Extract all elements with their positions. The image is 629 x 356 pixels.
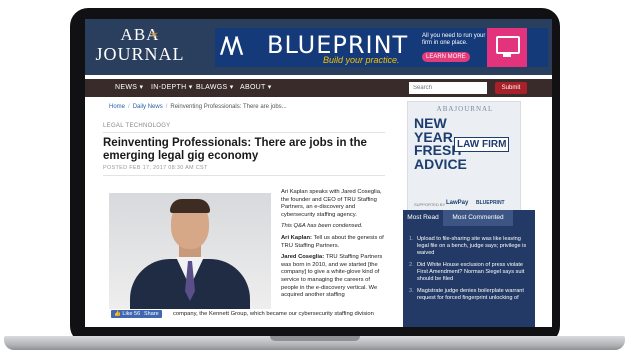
search-submit-button[interactable]: Submit [495,82,527,94]
law-firm-badge: LAW FIRM [454,137,510,152]
section-label[interactable]: LEGAL TECHNOLOGY [103,123,171,129]
site-header: ABA ✶ JOURNAL /\/\ BLUEPRINT Build your … [85,19,552,75]
thumbs-up-icon: 👍 [114,311,121,317]
a1-text: TRU Staffing Partners was born in 2010, … [281,254,383,299]
list-item[interactable]: 3. Magistrate judge denies boilerplate wa… [409,288,531,302]
article-intro: Ari Kaplan speaks with Jared Coseglia, t… [281,189,382,218]
ad-learn-more-button[interactable]: LEARN MORE [422,52,470,62]
nav-item-in-depth[interactable]: IN-DEPTH ▾ [151,83,193,93]
most-read-panel: Most Read Most Commented 1. Upload to fil… [403,210,535,327]
article-title: Reinventing Professionals: There are job… [103,137,367,162]
logo-line2: JOURNAL [95,44,185,64]
search-input[interactable] [409,82,487,94]
article-body-continued: company, the Kennett Group, which became… [173,311,374,317]
sidebar-ad-brand: ABAJOURNAL [436,105,494,113]
a1-speaker: Jared Coseglia: [281,254,325,261]
browser-screen: ABA ✶ JOURNAL /\/\ BLUEPRINT Build your … [85,19,552,327]
most-read-list: 1. Upload to file-sharing site was like l… [409,236,531,307]
nav-item-blawgs[interactable]: BLAWGS ▾ [196,83,234,93]
eagle-icon: ✶ [149,28,160,42]
aba-mark-icon: /\/\ [220,34,243,59]
breadcrumb-home[interactable]: Home [109,104,125,110]
tab-most-read[interactable]: Most Read [403,210,443,226]
condensed-note: This Q&A has been condensed. [281,223,363,230]
nav-item-about[interactable]: ABOUT ▾ [240,83,272,93]
q1-speaker: Ari Kaplan: [281,234,312,241]
ad-copy: All you need to run your firm in one pla… [422,33,486,46]
divider [103,132,385,133]
facebook-share-button[interactable]: Share [141,310,162,318]
tab-most-commented[interactable]: Most Commented [443,210,513,226]
breadcrumb-daily-news[interactable]: Daily News [133,104,163,110]
article-body: Ari Kaplan speaks with Jared Coseglia, t… [281,189,385,304]
nav-item-news[interactable]: NEWS ▾ [115,83,143,93]
photo-hair [170,199,210,213]
monitor-icon [496,36,520,54]
laptop-notch [270,336,360,341]
ad-device-panel [487,28,527,67]
posted-date: POSTED FEB 17, 2017 08:30 AM CST [103,165,208,171]
monitor-stand-icon [503,54,511,57]
breadcrumb-current: Reinventing Professionals: There are job… [170,104,287,110]
blueprint-banner-ad[interactable]: /\/\ BLUEPRINT Build your practice. All … [215,28,548,67]
lawpay-logo: LawPay [446,200,469,206]
list-item[interactable]: 2. Did White House exclusion of press vio… [409,262,531,283]
facebook-like-button[interactable]: 👍 Like 56 [111,310,144,318]
main-nav: NEWS ▾ IN-DEPTH ▾ BLAWGS ▾ ABOUT ▾ Submi… [85,79,552,97]
sidebar-ad[interactable]: ABAJOURNAL NEW YEAR. FRESH ADVICE LAW FI… [407,101,521,215]
ad-tagline: Build your practice. [323,55,400,65]
logo-line1: ABA [120,25,160,44]
list-item[interactable]: 1. Upload to file-sharing site was like l… [409,236,531,257]
aba-journal-logo[interactable]: ABA ✶ JOURNAL [95,26,185,70]
blueprint-logo: BLUEPRINT [476,200,505,206]
article-photo [109,193,271,309]
divider [103,175,385,176]
supported-by-label: SUPPORTED BY [414,202,446,207]
breadcrumb: Home / Daily News / Reinventing Professional… [109,104,287,110]
